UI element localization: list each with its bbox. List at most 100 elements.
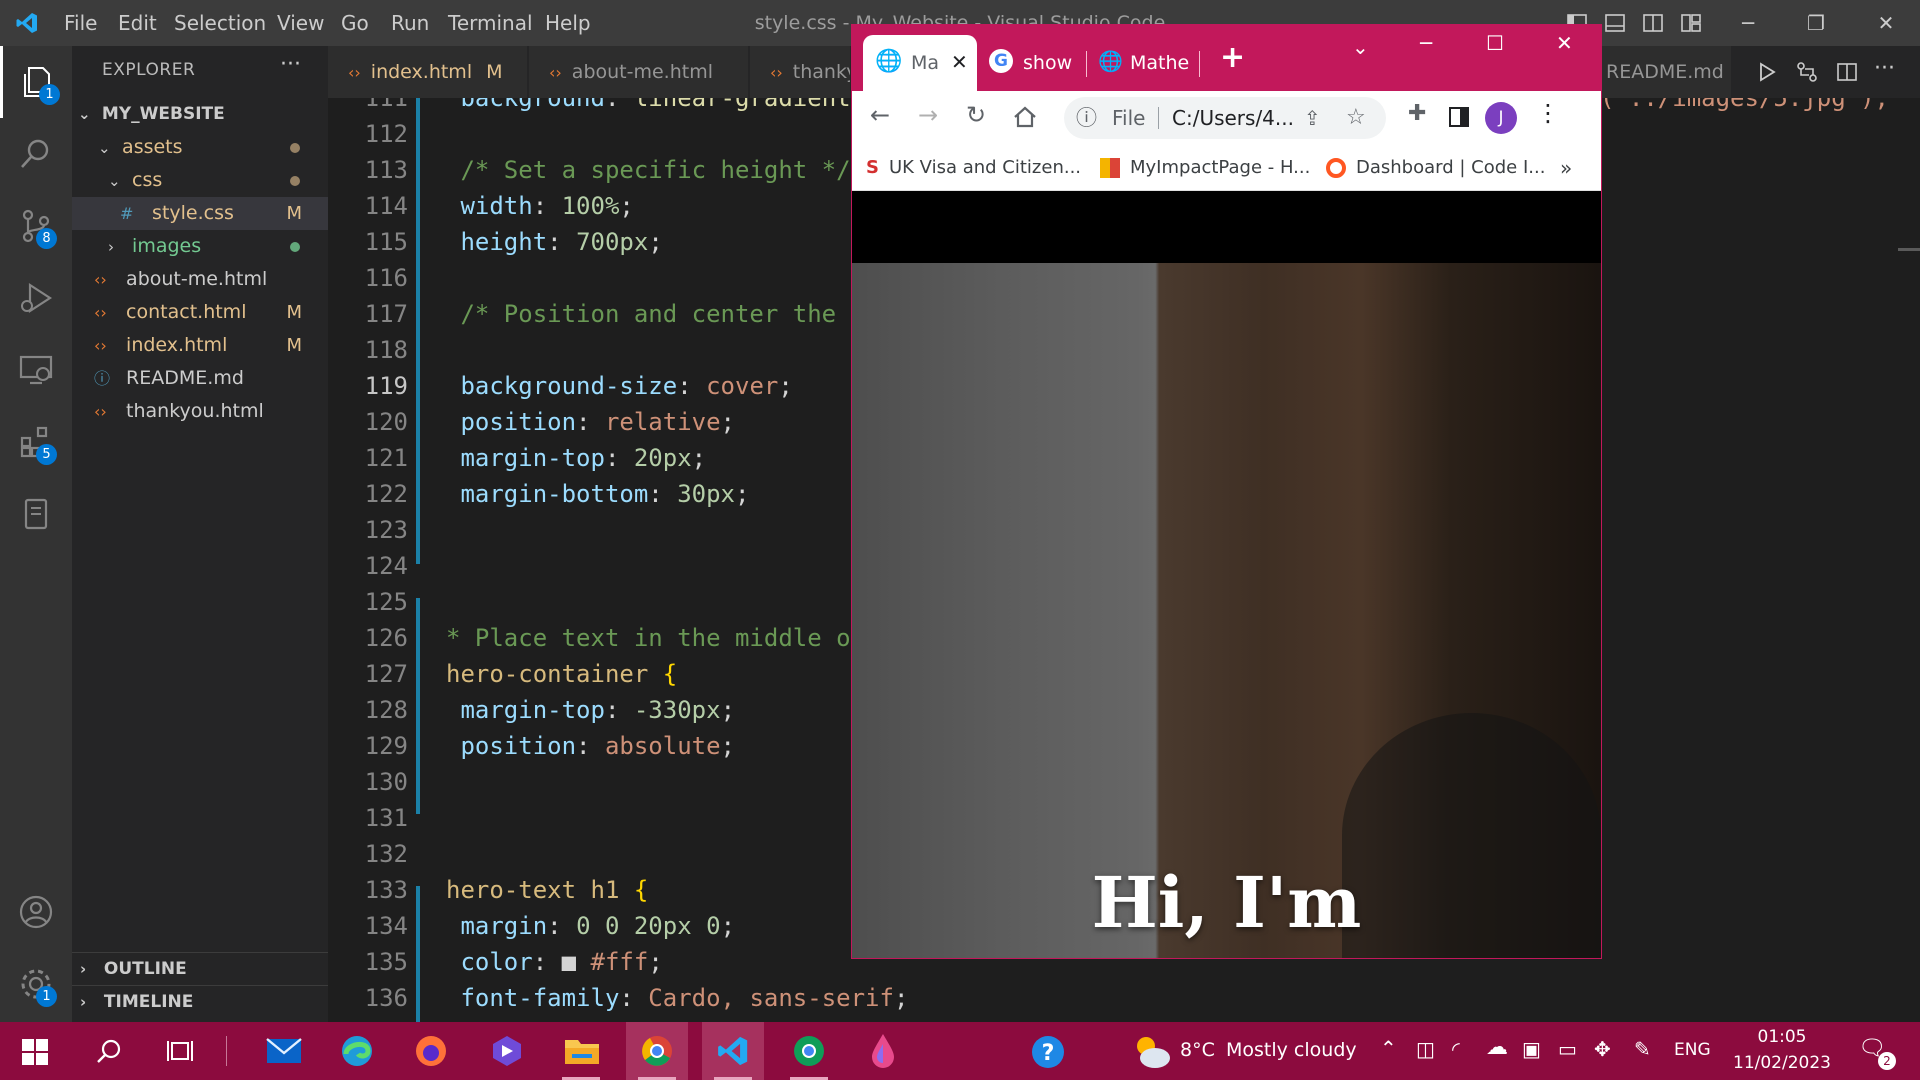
tab-readme-md[interactable]: README.md ● [1602,46,1732,98]
timeline-section[interactable]: › TIMELINE [72,985,328,1018]
more-bookmarks-icon[interactable]: » [1560,145,1572,191]
menu-file[interactable]: File [64,0,97,46]
manage-gear-icon[interactable]: 1 [0,948,72,1020]
code-token: ; [648,948,663,976]
forward-icon[interactable]: → [918,101,938,129]
tree-file-contact[interactable]: ‹› contact.html M [72,296,328,329]
side-panel-icon[interactable] [1448,105,1470,129]
chrome-tab-active[interactable]: 🌐 Ma ✕ [863,35,977,91]
edge-app-icon[interactable] [326,1022,388,1080]
site-info-icon[interactable]: ⓘ [1076,97,1097,139]
display-icon[interactable]: ▣ [1522,1037,1541,1061]
tab-thankyou-html[interactable]: ‹› thanky [750,46,851,98]
taskbar-search-icon[interactable] [96,1038,122,1064]
language-indicator[interactable]: ENG [1674,1040,1711,1060]
dropbox-icon[interactable]: ✥ [1594,1037,1611,1061]
tree-folder-assets[interactable]: ⌄ assets [72,131,328,164]
tab-index-html[interactable]: ‹› index.html M [328,46,528,98]
customize-layout-icon[interactable] [1680,12,1702,34]
close-icon[interactable]: ✕ [1556,31,1573,55]
share-icon[interactable]: ⇪ [1304,97,1321,139]
chrome-tab-label: Ma [911,52,940,74]
home-icon[interactable] [1012,105,1038,129]
menu-view[interactable]: View [277,0,324,46]
onedrive-icon[interactable]: ☁ [1486,1035,1508,1060]
bookmark-dashboard[interactable]: Dashboard | Code I... [1326,145,1545,191]
source-control-icon[interactable]: 8 [0,190,72,262]
tree-file-index[interactable]: ‹› index.html M [72,329,328,362]
explorer-icon[interactable]: 1 [0,46,72,118]
droplet-app-icon[interactable] [852,1022,914,1080]
chevron-up-icon[interactable]: ⌃ [1380,1036,1397,1060]
accounts-icon[interactable] [0,876,72,948]
pen-icon[interactable]: ✎ [1634,1037,1651,1061]
split-editor-icon[interactable] [1836,61,1858,83]
menu-terminal[interactable]: Terminal [448,0,533,46]
tree-folder-images[interactable]: › images [72,230,328,263]
minimize-icon[interactable]: ─ [1420,31,1432,55]
menu-selection[interactable]: Selection [174,0,266,46]
menu-go[interactable]: Go [341,0,369,46]
tree-folder-css[interactable]: ⌄ css [72,164,328,197]
explorer-more-icon[interactable]: ··· [280,52,301,77]
minimap-slider[interactable] [1898,248,1920,251]
run-code-icon[interactable] [1756,61,1778,83]
tree-file-thankyou[interactable]: ‹› thankyou.html [72,395,328,428]
tab-search-icon[interactable]: ⌄ [1352,35,1369,59]
chrome-tab-google[interactable]: G show [979,35,1077,91]
profile-avatar[interactable]: J [1485,102,1517,134]
new-tab-icon[interactable]: + [1220,40,1245,75]
clock-date[interactable]: 11/02/2023 [1730,1053,1834,1073]
testing-icon[interactable] [0,478,72,550]
file-explorer-app-icon[interactable] [550,1022,612,1080]
menu-help[interactable]: Help [545,0,591,46]
maximize-icon[interactable]: ☐ [1486,31,1504,55]
open-changes-icon[interactable] [1796,61,1818,83]
weather-temperature[interactable]: 8°C [1180,1039,1215,1061]
tab-about-me-html[interactable]: ‹› about-me.html [529,46,749,98]
toggle-secondary-sidebar-icon[interactable] [1642,12,1664,34]
bookmark-uk-visa[interactable]: S UK Visa and Citizen... [866,145,1081,191]
untracked-dot [290,242,300,252]
code-token: : [532,192,562,220]
more-actions-icon[interactable]: ··· [1874,56,1895,81]
outline-section[interactable]: › OUTLINE [72,952,328,985]
power-automate-app-icon[interactable] [476,1022,538,1080]
chrome-tab-math[interactable]: 🌐 Mathe [1092,35,1192,91]
clock-time[interactable]: 01:05 [1738,1027,1826,1047]
battery-icon[interactable]: ▭ [1558,1037,1577,1061]
bookmark-star-icon[interactable]: ☆ [1346,97,1366,139]
windows-start-icon[interactable] [22,1039,48,1065]
meet-now-icon[interactable]: ◫ [1416,1037,1435,1061]
task-view-icon[interactable] [166,1038,194,1064]
tree-file-style-css[interactable]: # style.css M [72,197,328,230]
tree-file-readme[interactable]: ⓘ README.md [72,362,328,395]
reload-icon[interactable]: ↻ [966,101,986,129]
address-bar[interactable]: ⓘ File C:/Users/4... ⇪ ☆ [1064,97,1386,139]
menu-edit[interactable]: Edit [118,0,157,46]
remote-explorer-icon[interactable] [0,334,72,406]
back-icon[interactable]: ← [870,101,890,129]
extensions-puzzle-icon[interactable]: ✚ [1408,101,1426,126]
close-tab-icon[interactable]: ✕ [951,50,968,74]
close-icon[interactable]: ✕ [1856,0,1916,46]
wifi-icon[interactable]: ◜ [1452,1037,1460,1061]
weather-status[interactable]: Mostly cloudy [1226,1039,1357,1061]
workspace-root[interactable]: ⌄ MY_WEBSITE [72,98,328,131]
tree-file-about-me[interactable]: ‹› about-me.html [72,263,328,296]
toggle-panel-icon[interactable] [1604,12,1626,34]
bookmark-myimpactpage[interactable]: MyImpactPage - H... [1100,145,1310,191]
run-debug-icon[interactable] [0,262,72,334]
firefox-app-icon[interactable] [400,1022,462,1080]
restore-icon[interactable]: ❐ [1786,0,1846,46]
extensions-icon[interactable]: 5 [0,406,72,478]
chrome-app-icon[interactable] [626,1022,688,1080]
minimize-icon[interactable]: ─ [1718,0,1778,46]
chrome-profile-app-icon[interactable] [778,1022,840,1080]
chrome-menu-icon[interactable]: ⋮ [1536,99,1560,127]
menu-run[interactable]: Run [391,0,429,46]
help-icon[interactable]: ? [1030,1034,1066,1070]
vscode-app-icon[interactable] [702,1022,764,1080]
search-icon[interactable] [0,118,72,190]
mail-app-icon[interactable] [252,1022,314,1080]
